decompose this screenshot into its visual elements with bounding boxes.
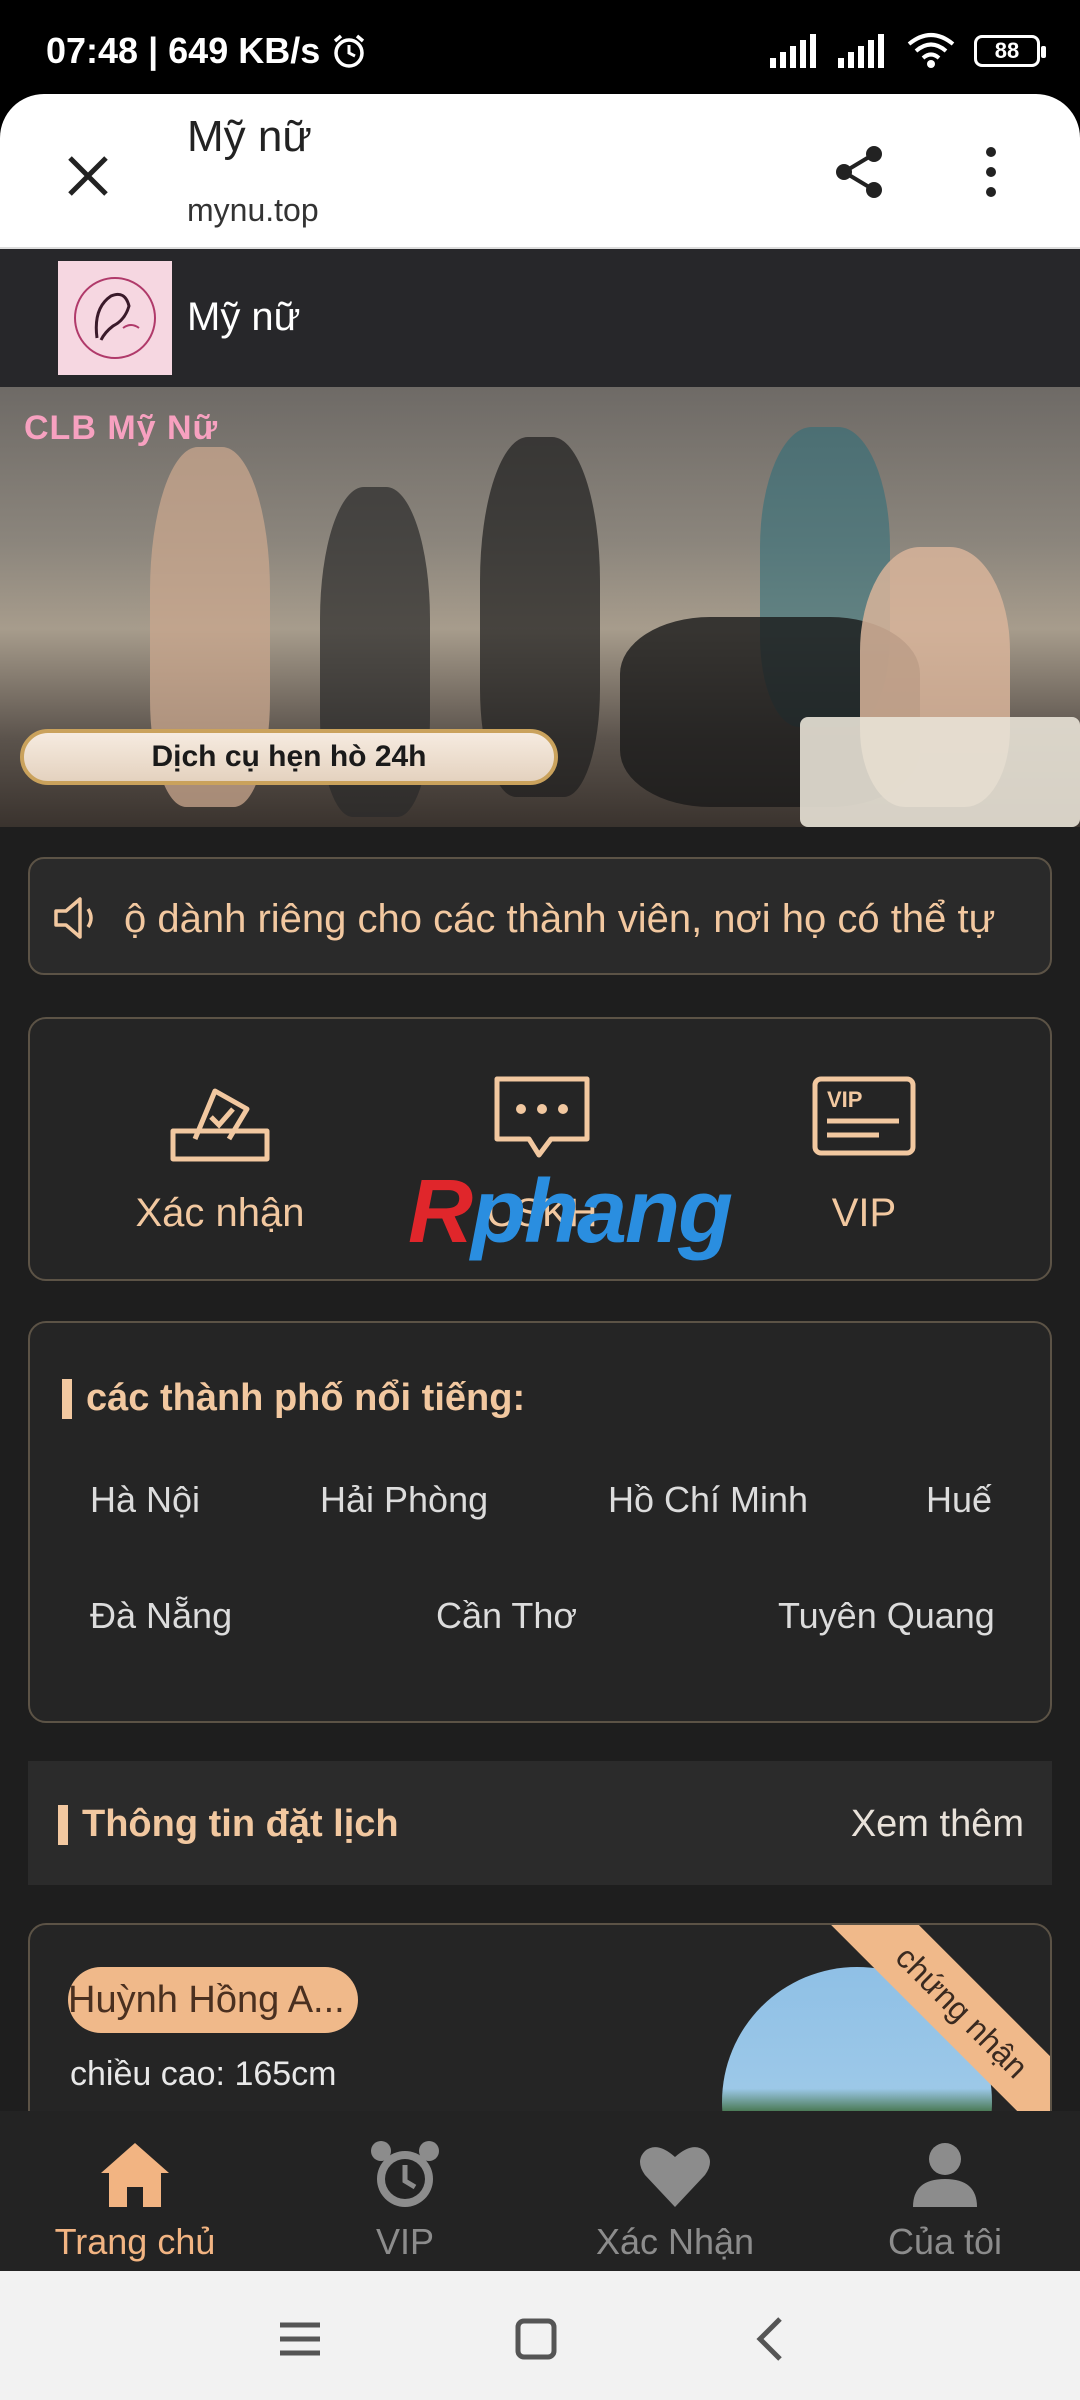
profile-card[interactable]: Huỳnh Hồng A... chiều cao: 165cm chứng n… <box>28 1923 1052 2111</box>
quick-actions: Xác nhận CSKH VIP VIP Rphang <box>28 1017 1052 1281</box>
browser-url[interactable]: mynu.top <box>187 192 319 229</box>
promo-banner[interactable]: CLB Mỹ Nữ Dịch cụ hẹn hò 24h <box>0 387 1080 827</box>
recent-apps-icon[interactable] <box>270 2311 330 2367</box>
vip-card-icon: VIP <box>812 1076 916 1156</box>
city-link[interactable]: Cần Thơ <box>436 1595 577 1637</box>
banner-figure <box>800 717 1080 827</box>
nav-profile[interactable]: Của tôi <box>830 2135 1060 2263</box>
web-page: Mỹ nữ CLB Mỹ Nữ Dịch cụ hẹn hò 24h ộ dàn… <box>0 249 1080 2111</box>
nav-confirm[interactable]: Xác Nhận <box>560 2135 790 2263</box>
profile-height: chiều cao: 165cm <box>70 2055 337 2093</box>
alarm-clock-icon <box>371 2141 439 2207</box>
back-icon[interactable] <box>742 2311 802 2367</box>
see-more-link[interactable]: Xem thêm <box>851 1803 1024 1846</box>
status-speed: 649 KB/s <box>168 30 321 71</box>
profile-name: Huỳnh Hồng A... <box>68 1967 358 2033</box>
cities-title: các thành phố nổi tiếng: <box>62 1377 525 1420</box>
status-right: 88 <box>770 32 1046 70</box>
city-link[interactable]: Hà Nội <box>90 1479 200 1521</box>
svg-text:VIP: VIP <box>827 1087 862 1112</box>
quick-action-label: Xác nhận <box>135 1191 305 1235</box>
heart-icon <box>640 2147 710 2207</box>
status-time: 07:48 <box>46 30 139 71</box>
nav-label: Của tôi <box>887 2221 1003 2262</box>
city-link[interactable]: Huế <box>926 1479 992 1521</box>
home-button-icon[interactable] <box>506 2311 566 2367</box>
cities-section: các thành phố nổi tiếng: Hà Nội Hải Phòn… <box>28 1321 1052 1723</box>
site-header: Mỹ nữ <box>0 249 1080 387</box>
speaker-icon <box>54 897 93 939</box>
notice-text: ộ dành riêng cho các thành viên, nơi họ … <box>124 897 996 941</box>
browser-toolbar: Mỹ nữ mynu.top <box>0 94 1080 249</box>
quick-action-vip[interactable]: VIP VIP <box>754 1069 974 1236</box>
system-nav-bar <box>0 2271 1080 2400</box>
city-link[interactable]: Hải Phòng <box>320 1479 488 1521</box>
quick-action-confirm[interactable]: Xác nhận <box>110 1069 330 1236</box>
user-icon <box>913 2143 977 2207</box>
status-left: 07:48 | 649 KB/s <box>46 30 368 72</box>
city-link[interactable]: Đà Nẵng <box>90 1595 232 1637</box>
home-icon <box>101 2143 169 2207</box>
quick-action-label: VIP <box>831 1191 897 1235</box>
nav-vip[interactable]: VIP <box>290 2135 520 2263</box>
status-bar: 07:48 | 649 KB/s 88 <box>0 0 1080 100</box>
site-logo[interactable] <box>58 261 172 375</box>
chat-bubble-icon <box>494 1076 590 1158</box>
notice-marquee: ộ dành riêng cho các thành viên, nơi họ … <box>28 857 1052 975</box>
nav-home[interactable]: Trang chủ <box>20 2135 250 2263</box>
nav-label: Xác Nhận <box>595 2221 755 2262</box>
nav-label: Trang chủ <box>54 2221 216 2262</box>
banner-pill: Dịch cụ hẹn hò 24h <box>20 729 558 785</box>
watermark: Rphang <box>408 1161 733 1264</box>
city-link[interactable]: Tuyên Quang <box>778 1595 995 1637</box>
share-icon[interactable] <box>830 142 890 202</box>
city-link[interactable]: Hồ Chí Minh <box>608 1479 808 1521</box>
watermark-part1: R <box>408 1162 473 1262</box>
site-title: Mỹ nữ <box>187 295 301 339</box>
watermark-part2: phang <box>471 1162 733 1262</box>
nav-label: VIP <box>375 2221 435 2262</box>
booking-title: Thông tin đặt lịch <box>58 1803 399 1846</box>
booking-header: Thông tin đặt lịch Xem thêm <box>28 1761 1052 1885</box>
browser-page-title: Mỹ nữ <box>187 112 312 161</box>
wifi-icon <box>907 33 955 68</box>
signal-icon <box>838 34 884 68</box>
close-icon[interactable] <box>58 146 118 206</box>
ballot-check-icon <box>170 1088 270 1162</box>
alarm-icon <box>334 34 365 68</box>
signal-icon <box>770 34 816 68</box>
battery-icon: 88 <box>974 35 1046 67</box>
banner-tag: CLB Mỹ Nữ <box>24 409 219 447</box>
logo-icon <box>74 277 156 359</box>
more-vert-icon[interactable] <box>966 142 1016 202</box>
bottom-nav: Trang chủ VIP Xác Nhận Của tôi <box>0 2111 1080 2271</box>
